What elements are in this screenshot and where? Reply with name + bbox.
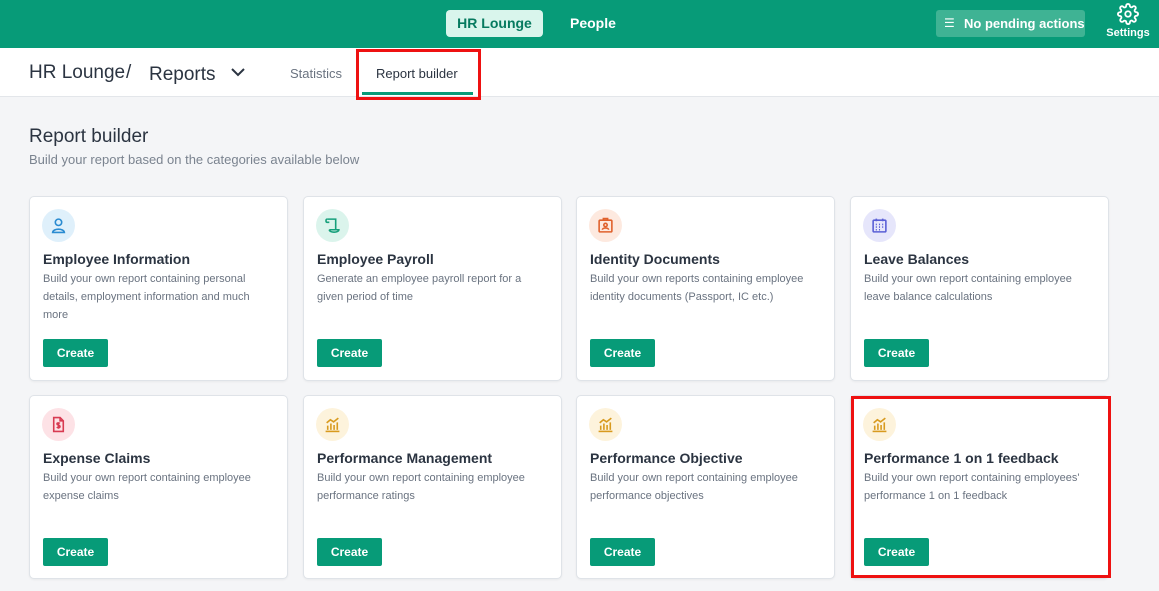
bar-chart-icon bbox=[589, 408, 622, 441]
card-title: Employee Information bbox=[43, 251, 191, 267]
user-icon bbox=[42, 209, 75, 242]
report-card-expense-claims: Expense Claims Build your own report con… bbox=[29, 395, 288, 579]
top-navbar: HR Lounge People ☰ No pending actions Se… bbox=[0, 0, 1159, 48]
card-title: Leave Balances bbox=[864, 251, 970, 267]
tab-statistics[interactable]: Statistics bbox=[290, 66, 342, 81]
id-card-icon bbox=[589, 209, 622, 242]
card-description: Build your own report containing employe… bbox=[43, 472, 251, 502]
card-description: Build your own report containing employe… bbox=[317, 472, 525, 502]
create-button[interactable]: Create bbox=[43, 538, 108, 566]
create-button[interactable]: Create bbox=[864, 339, 929, 367]
page-subtitle: Build your report based on the categorie… bbox=[29, 152, 360, 167]
calendar-icon bbox=[863, 209, 896, 242]
breadcrumb-page[interactable]: Reports bbox=[149, 64, 216, 86]
card-description: Build your own report containing employe… bbox=[590, 472, 798, 502]
card-description: Build your own report containing persona… bbox=[43, 273, 250, 321]
create-button[interactable]: Create bbox=[317, 339, 382, 367]
create-button[interactable]: Create bbox=[590, 538, 655, 566]
settings-label: Settings bbox=[1106, 27, 1150, 39]
card-title: Identity Documents bbox=[590, 251, 720, 267]
report-card-performance-objective: Performance Objective Build your own rep… bbox=[576, 395, 835, 579]
report-card-leave-balances: Leave Balances Build your own report con… bbox=[850, 196, 1109, 381]
page-title: Report builder bbox=[29, 126, 149, 147]
checklist-icon: ☰ bbox=[944, 16, 955, 30]
card-title: Performance Management bbox=[317, 450, 493, 466]
card-title: Employee Payroll bbox=[317, 251, 434, 267]
breadcrumb-separator: / bbox=[126, 62, 132, 83]
nav-people[interactable]: People bbox=[557, 10, 629, 37]
chevron-down-icon[interactable] bbox=[230, 66, 246, 78]
card-description: Generate an employee payroll report for … bbox=[317, 273, 522, 303]
create-button[interactable]: Create bbox=[590, 339, 655, 367]
pending-actions-label: No pending actions bbox=[964, 16, 1085, 31]
report-card-employee-payroll: Employee Payroll Generate an employee pa… bbox=[303, 196, 562, 381]
report-card-employee-information: Employee Information Build your own repo… bbox=[29, 196, 288, 381]
card-title: Expense Claims bbox=[43, 450, 151, 466]
create-button[interactable]: Create bbox=[43, 339, 108, 367]
settings-button[interactable]: Settings bbox=[1102, 3, 1154, 43]
pending-actions-button[interactable]: ☰ No pending actions bbox=[936, 10, 1085, 37]
create-button[interactable]: Create bbox=[317, 538, 382, 566]
highlight-box-card bbox=[851, 396, 1111, 578]
bar-chart-icon bbox=[316, 408, 349, 441]
gear-icon bbox=[1117, 3, 1139, 25]
card-title: Performance Objective bbox=[590, 450, 743, 466]
breadcrumb-home[interactable]: HR Lounge bbox=[29, 62, 125, 84]
card-description: Build your own reports containing employ… bbox=[590, 273, 804, 303]
report-card-performance-management: Performance Management Build your own re… bbox=[303, 395, 562, 579]
nav-hr-lounge[interactable]: HR Lounge bbox=[446, 10, 543, 37]
scroll-icon bbox=[316, 209, 349, 242]
sub-header: HR Lounge / Reports Statistics Report bu… bbox=[0, 48, 1159, 97]
card-description: Build your own report containing employe… bbox=[864, 273, 1072, 303]
receipt-icon bbox=[42, 408, 75, 441]
report-card-identity-documents: Identity Documents Build your own report… bbox=[576, 196, 835, 381]
highlight-box-tab bbox=[356, 49, 481, 100]
